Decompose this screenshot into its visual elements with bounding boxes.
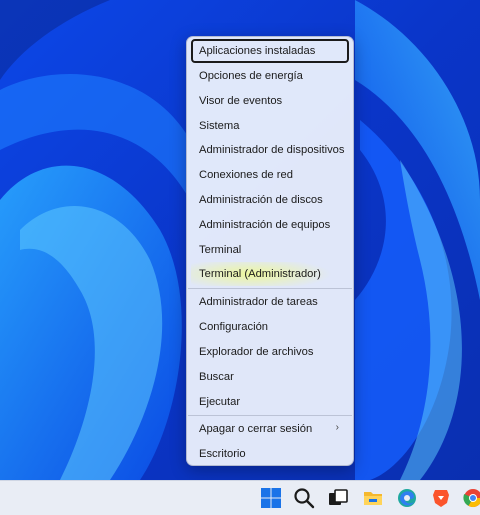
chevron-right-icon: › xyxy=(335,422,339,433)
menu-item-label: Administración de equipos xyxy=(199,219,331,231)
menu-item-desktop[interactable]: Escritorio xyxy=(191,442,349,466)
menu-item-label: Terminal xyxy=(199,244,242,256)
menu-item-label: Opciones de energía xyxy=(199,70,303,82)
menu-item-label: Administrador de dispositivos xyxy=(199,144,345,156)
taskbar xyxy=(0,480,480,515)
menu-item-shutdown-signout[interactable]: Apagar o cerrar sesión › xyxy=(191,417,349,441)
quick-link-menu: Aplicaciones instaladas Opciones de ener… xyxy=(186,36,354,466)
search-icon[interactable] xyxy=(293,487,315,509)
menu-item-file-explorer[interactable]: Explorador de archivos xyxy=(191,340,349,364)
menu-separator xyxy=(188,415,352,416)
menu-item-installed-apps[interactable]: Aplicaciones instaladas xyxy=(191,39,349,63)
brave-browser-icon[interactable] xyxy=(430,487,452,509)
menu-item-search[interactable]: Buscar xyxy=(191,365,349,389)
menu-item-label: Configuración xyxy=(199,321,269,333)
menu-item-settings[interactable]: Configuración xyxy=(191,315,349,339)
menu-item-network-connections[interactable]: Conexiones de red xyxy=(191,163,349,187)
menu-item-label: Escritorio xyxy=(199,448,246,460)
menu-item-system[interactable]: Sistema xyxy=(191,114,349,138)
menu-item-task-manager[interactable]: Administrador de tareas xyxy=(191,290,349,314)
menu-item-computer-management[interactable]: Administración de equipos xyxy=(191,213,349,237)
menu-item-label: Conexiones de red xyxy=(199,169,293,181)
menu-item-label: Terminal (Administrador) xyxy=(199,268,321,280)
menu-item-terminal[interactable]: Terminal xyxy=(191,238,349,262)
windows-start-icon[interactable] xyxy=(260,487,282,509)
menu-item-label: Visor de eventos xyxy=(199,95,283,107)
menu-item-power-options[interactable]: Opciones de energía xyxy=(191,64,349,88)
menu-item-run[interactable]: Ejecutar xyxy=(191,390,349,414)
menu-item-label: Aplicaciones instaladas xyxy=(199,45,316,57)
menu-item-label: Ejecutar xyxy=(199,396,241,408)
menu-item-device-manager[interactable]: Administrador de dispositivos xyxy=(191,138,349,162)
menu-item-label: Administración de discos xyxy=(199,194,323,206)
edge-browser-icon[interactable] xyxy=(396,487,418,509)
menu-item-label: Administrador de tareas xyxy=(199,296,318,308)
menu-item-label: Explorador de archivos xyxy=(199,346,314,358)
file-explorer-icon[interactable] xyxy=(362,487,384,509)
menu-item-label: Buscar xyxy=(199,371,234,383)
menu-item-label: Apagar o cerrar sesión xyxy=(199,423,313,435)
menu-item-event-viewer[interactable]: Visor de eventos xyxy=(191,89,349,113)
menu-item-terminal-admin[interactable]: Terminal (Administrador) xyxy=(191,262,349,286)
menu-separator xyxy=(188,288,352,289)
task-view-icon[interactable] xyxy=(327,487,349,509)
chrome-icon[interactable] xyxy=(462,487,480,509)
menu-item-label: Sistema xyxy=(199,120,240,132)
menu-item-disk-management[interactable]: Administración de discos xyxy=(191,188,349,212)
